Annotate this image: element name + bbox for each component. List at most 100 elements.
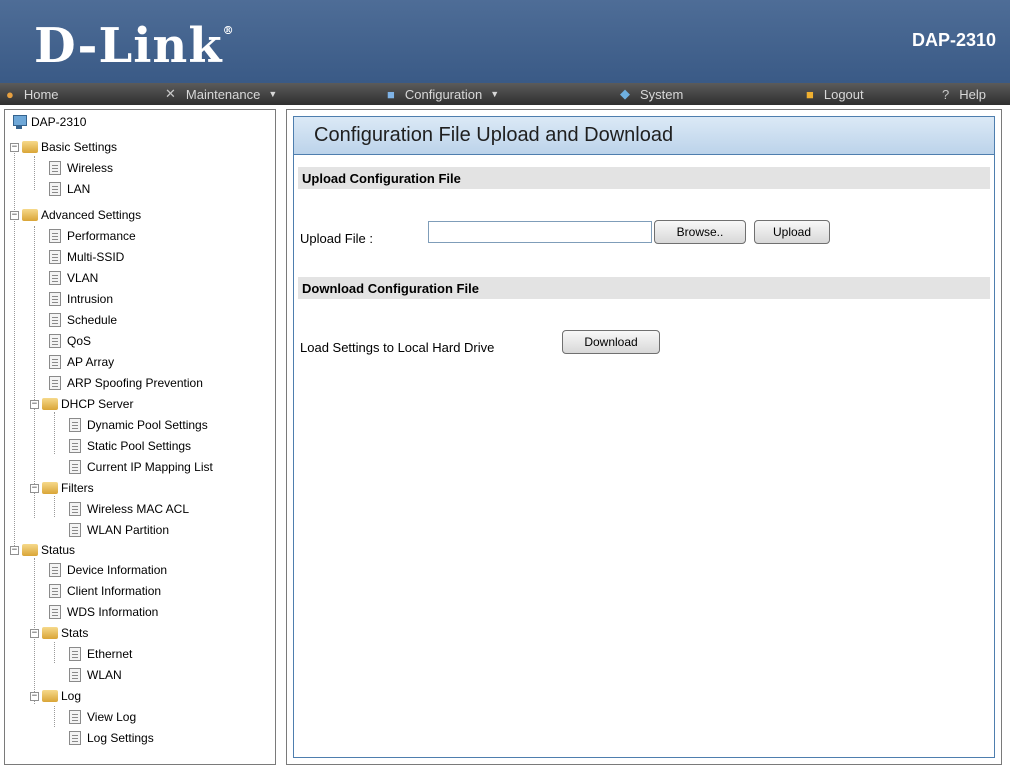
page-icon (49, 376, 61, 390)
tree-label: WLAN (87, 668, 122, 682)
network-device-icon (11, 114, 27, 130)
logout-icon: ■ (806, 86, 814, 102)
tree-root-dap2310[interactable]: DAP-2310 (11, 112, 86, 132)
collapse-icon[interactable]: − (30, 691, 39, 701)
page-icon (49, 161, 61, 175)
tree-item-log[interactable]: − Log (30, 686, 81, 706)
tree-item-wireless-mac-acl[interactable]: Wireless MAC ACL (69, 499, 189, 519)
tree-item-arp-spoofing[interactable]: ARP Spoofing Prevention (49, 373, 203, 393)
menu-maintenance[interactable]: ✕ Maintenance ▼ (165, 83, 277, 105)
tree-item-dhcp-server[interactable]: − DHCP Server (30, 394, 133, 414)
menu-maintenance-label: Maintenance (185, 86, 261, 102)
top-menu-bar: ● Home ✕ Maintenance ▼ ■ Configuration ▼… (0, 83, 1010, 105)
tree-label: WDS Information (67, 605, 159, 619)
tree-item-device-info[interactable]: Device Information (49, 560, 167, 580)
chevron-down-icon: ▼ (490, 89, 500, 99)
tree-label: WLAN Partition (87, 523, 170, 537)
tree-connector (54, 412, 55, 454)
tree-connector (54, 642, 55, 663)
tree-label: Stats (61, 626, 89, 640)
tree-label: AP Array (67, 355, 115, 369)
tree-label: Status (41, 543, 76, 557)
tree-item-wds-info[interactable]: WDS Information (49, 602, 158, 622)
tree-item-performance[interactable]: Performance (49, 226, 136, 246)
tree-label: Current IP Mapping List (87, 460, 213, 474)
menu-system[interactable]: ◆ System (620, 83, 683, 105)
page-title: Configuration File Upload and Download (294, 117, 994, 155)
tree-item-ap-array[interactable]: AP Array (49, 352, 114, 372)
tree-label: Intrusion (67, 292, 114, 306)
menu-logout[interactable]: ■ Logout (806, 83, 864, 105)
tree-label: QoS (67, 334, 92, 348)
folder-icon (42, 690, 58, 702)
tree-item-basic-settings[interactable]: − Basic Settings (10, 137, 117, 157)
logo-text: D-Link (34, 18, 223, 74)
tree-item-qos[interactable]: QoS (49, 331, 91, 351)
tree-item-vlan[interactable]: VLAN (49, 268, 98, 288)
tree-item-ethernet[interactable]: Ethernet (69, 644, 132, 664)
header-banner: D-Link® DAP-2310 (0, 0, 1010, 83)
tree-item-stats[interactable]: − Stats (30, 623, 88, 643)
tree-connector (54, 496, 55, 517)
page-icon (69, 523, 81, 537)
tree-label: LAN (67, 182, 91, 196)
download-label: Load Settings to Local Hard Drive (300, 340, 495, 355)
dlink-logo: D-Link® (34, 18, 235, 74)
tree-item-ip-mapping[interactable]: Current IP Mapping List (69, 457, 213, 477)
download-button[interactable]: Download (562, 330, 660, 354)
system-icon: ◆ (620, 86, 630, 101)
tree-item-view-log[interactable]: View Log (69, 707, 136, 727)
tree-connector (34, 226, 35, 518)
tree-item-static-pool[interactable]: Static Pool Settings (69, 436, 191, 456)
folder-icon (42, 627, 58, 639)
tree-item-lan[interactable]: LAN (49, 179, 90, 199)
menu-configuration[interactable]: ■ Configuration ▼ (387, 83, 499, 105)
tree-item-wlan-partition[interactable]: WLAN Partition (69, 520, 169, 540)
main-content: Configuration File Upload and Download U… (286, 109, 1002, 765)
browse-button[interactable]: Browse.. (654, 220, 746, 244)
collapse-icon[interactable]: − (30, 399, 39, 409)
menu-home[interactable]: ● Home (6, 83, 59, 105)
tree-label: DAP-2310 (31, 115, 87, 129)
menu-help[interactable]: ? Help (942, 83, 986, 105)
config-panel: Configuration File Upload and Download U… (293, 116, 995, 758)
page-icon (49, 182, 61, 196)
navigation-tree: DAP-2310 − Basic Settings Wireless LAN −… (4, 109, 276, 765)
upload-button[interactable]: Upload (754, 220, 830, 244)
page-icon (49, 334, 61, 348)
tree-label: VLAN (67, 271, 99, 285)
page-icon (69, 418, 81, 432)
tree-item-schedule[interactable]: Schedule (49, 310, 117, 330)
collapse-icon[interactable]: − (10, 210, 19, 220)
tree-item-status[interactable]: − Status (10, 540, 75, 560)
page-icon (49, 229, 61, 243)
tree-item-filters[interactable]: − Filters (30, 478, 94, 498)
folder-icon (42, 398, 58, 410)
upload-file-label: Upload File : (300, 231, 373, 246)
tree-item-wireless[interactable]: Wireless (49, 158, 113, 178)
tree-item-dynamic-pool[interactable]: Dynamic Pool Settings (69, 415, 208, 435)
upload-file-input[interactable] (428, 221, 652, 243)
tree-item-log-settings[interactable]: Log Settings (69, 728, 154, 748)
floppy-disk-icon: ■ (387, 86, 395, 102)
tree-label: Log (61, 689, 82, 703)
tree-item-advanced-settings[interactable]: − Advanced Settings (10, 205, 141, 225)
page-icon (69, 668, 81, 682)
tree-connector (34, 156, 35, 190)
tree-item-client-info[interactable]: Client Information (49, 581, 161, 601)
collapse-icon[interactable]: − (10, 545, 19, 555)
page-icon (49, 605, 61, 619)
model-name: DAP-2310 (911, 30, 996, 50)
folder-icon (22, 141, 38, 153)
tree-item-intrusion[interactable]: Intrusion (49, 289, 113, 309)
download-section-header: Download Configuration File (298, 277, 990, 299)
tree-label: Dynamic Pool Settings (87, 418, 208, 432)
menu-configuration-label: Configuration (404, 86, 483, 102)
collapse-icon[interactable]: − (10, 142, 19, 152)
collapse-icon[interactable]: − (30, 628, 39, 638)
tree-item-wlan[interactable]: WLAN (69, 665, 122, 685)
collapse-icon[interactable]: − (30, 483, 39, 493)
tree-label: Wireless (67, 161, 114, 175)
page-icon (49, 563, 61, 577)
tree-item-multi-ssid[interactable]: Multi-SSID (49, 247, 124, 267)
